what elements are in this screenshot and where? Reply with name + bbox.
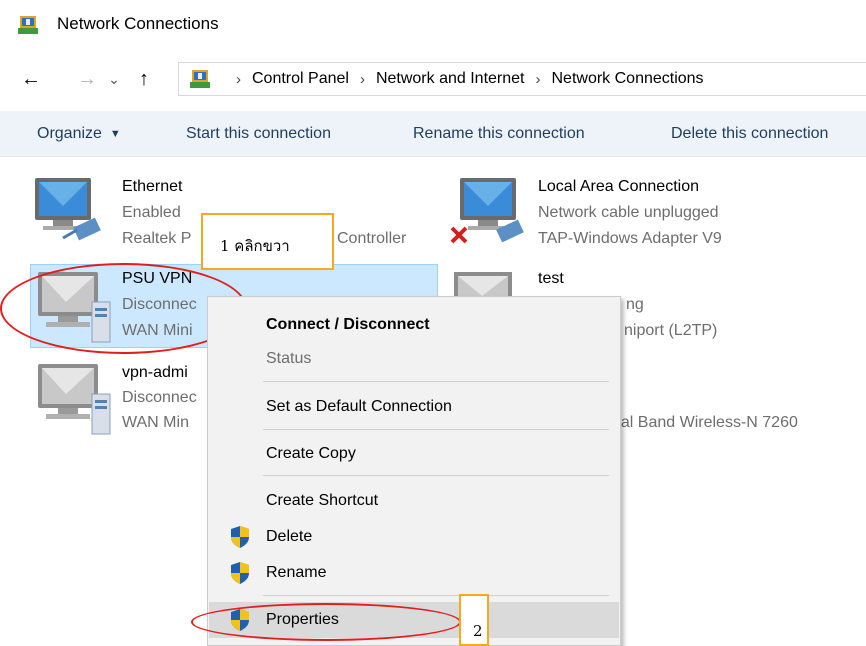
address-field[interactable]: › Control Panel › Network and Internet ›… [178,62,866,96]
menu-item-connect-disconnect[interactable]: Connect / Disconnect [209,307,619,343]
annotation-step-2: 2 [459,594,489,646]
disconnected-adapter-icon [450,178,524,244]
menu-separator [263,475,609,476]
connection-device-tail: Controller [337,230,407,247]
connection-name: vpn-admi [122,364,188,381]
organize-label: Organize [37,125,102,142]
annotation-step-1: 1 คลิกขวา [201,213,334,270]
command-bar: Organize ▼ Start this connection Rename … [0,111,866,157]
breadcrumb: › Control Panel › Network and Internet ›… [225,63,704,95]
breadcrumb-separator: › [236,70,241,88]
ethernet-adapter-icon [35,178,101,241]
menu-item-set-default[interactable]: Set as Default Connection [209,389,619,425]
network-connections-icon [18,16,38,34]
annotation-ellipse-properties [191,603,461,641]
menu-item-delete[interactable]: Delete [209,519,619,555]
menu-item-label: Delete [266,528,313,545]
connection-status: Disconnec [122,389,197,406]
forward-arrow-icon[interactable]: → [72,60,102,98]
menu-item-label: Rename [266,564,327,581]
breadcrumb-separator: › [359,70,365,88]
connection-device: niport (L2TP) [624,322,718,339]
connection-status: ng [626,296,644,313]
connection-device: TAP-Windows Adapter V9 [538,230,722,247]
menu-item-label: Create Copy [266,445,356,462]
uac-shield-icon [231,526,249,548]
connection-status: Network cable unplugged [538,204,719,221]
menu-item-label: Set as Default Connection [266,398,452,415]
network-connections-icon [190,70,210,88]
breadcrumb-separator: › [535,70,541,88]
up-arrow-icon[interactable]: ↑ [129,60,159,98]
vpn-icon [454,272,512,296]
menu-separator [263,595,609,596]
menu-item-create-copy[interactable]: Create Copy [209,436,619,472]
connection-status: Enabled [122,204,181,221]
recent-locations-chevron-icon[interactable]: ⌄ [104,60,124,98]
context-menu: Connect / Disconnect Status Set as Defau… [207,296,621,646]
connection-name: Local Area Connection [538,178,699,195]
connection-device: WAN Min [122,414,189,431]
window-title: Network Connections [57,14,219,33]
uac-shield-icon [231,562,249,584]
rename-connection-button[interactable]: Rename this connection [413,111,585,157]
connection-device: ual Band Wireless-N 7260 [612,414,798,431]
menu-item-status[interactable]: Status [209,341,619,377]
connection-device: Realtek P [122,230,192,247]
menu-separator [263,381,609,382]
title-bar: Network Connections [0,0,866,48]
breadcrumb-control-panel[interactable]: Control Panel [252,70,349,88]
vpn-icon [38,364,111,435]
menu-item-label: Status [266,350,312,367]
address-bar: ← → ⌄ ↑ › Control Panel › Network and In… [0,60,866,98]
organize-button[interactable]: Organize ▼ [37,111,121,157]
menu-item-label: Create Shortcut [266,492,379,509]
menu-separator [263,429,609,430]
menu-item-label: Connect / Disconnect [266,316,430,333]
back-arrow-icon[interactable]: ← [16,60,46,98]
start-connection-button[interactable]: Start this connection [186,111,331,157]
caret-down-icon: ▼ [109,128,121,140]
menu-item-create-shortcut[interactable]: Create Shortcut [209,483,619,519]
connection-name: Ethernet [122,178,183,195]
menu-item-rename[interactable]: Rename [209,555,619,591]
breadcrumb-network-connections[interactable]: Network Connections [551,70,703,88]
connection-name: test [538,270,564,287]
breadcrumb-network-and-internet[interactable]: Network and Internet [376,70,525,88]
delete-connection-button[interactable]: Delete this connection [671,111,828,157]
